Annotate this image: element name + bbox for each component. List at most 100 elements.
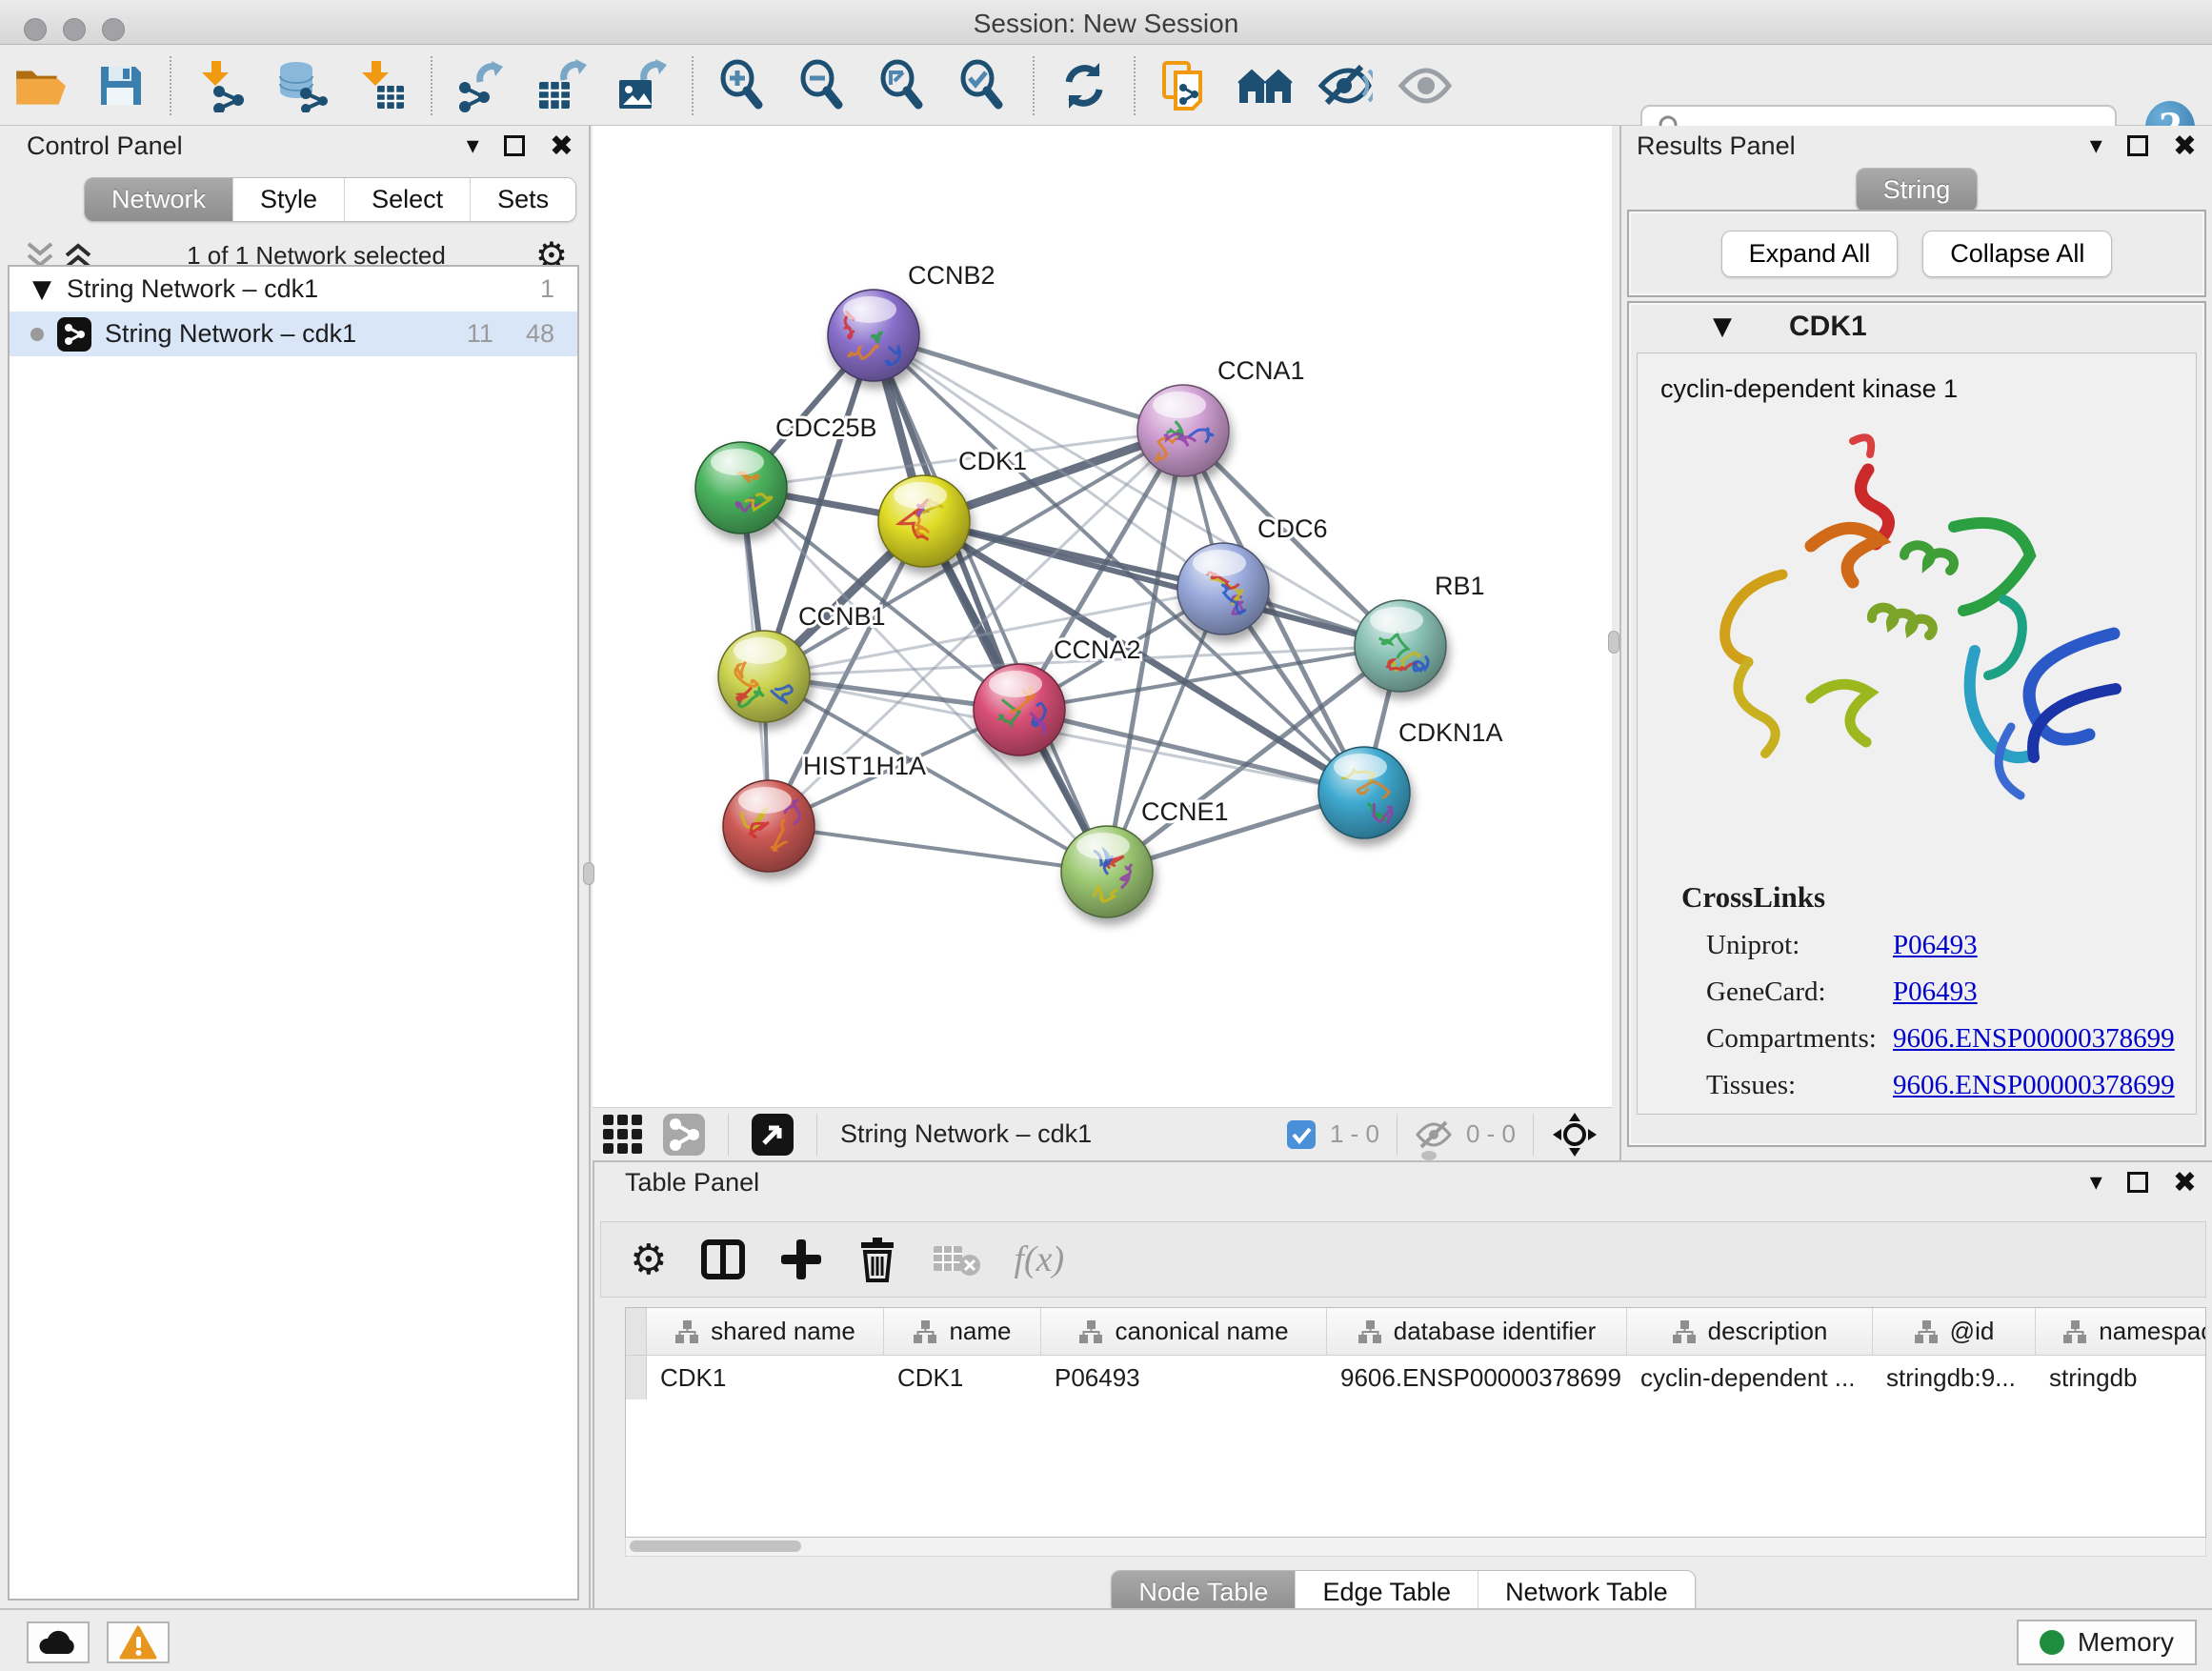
panel-menu-icon[interactable]: ▾	[467, 131, 479, 160]
node-CDC25B[interactable]	[695, 442, 787, 534]
column-header-namespace[interactable]: namespace	[2036, 1308, 2206, 1355]
import-table-file-button[interactable]	[341, 50, 421, 122]
panel-close-icon[interactable]: ✖	[2173, 130, 2197, 163]
horizontal-splitter-handle[interactable]	[1421, 1151, 1437, 1160]
node-CDKN1A[interactable]	[1318, 747, 1410, 838]
crosslink-link[interactable]: 9606.ENSP00000378699	[1893, 1023, 2196, 1055]
node-CDK1[interactable]	[878, 475, 970, 567]
birdseye-navigator-icon[interactable]	[1551, 1111, 1599, 1158]
show-columns-icon[interactable]	[699, 1236, 747, 1283]
window-title: Session: New Session	[0, 9, 2212, 39]
right-splitter-handle[interactable]	[1608, 631, 1619, 654]
memory-button[interactable]: Memory	[2017, 1620, 2197, 1665]
column-header-canonical-name[interactable]: canonical name	[1041, 1308, 1327, 1355]
table-row[interactable]: CDK1CDK1P064939606.ENSP00000378699cyclin…	[626, 1356, 2205, 1399]
first-neighbors-button[interactable]	[1225, 50, 1305, 122]
zoom-fit-button[interactable]	[863, 50, 943, 122]
column-header--id[interactable]: @id	[1873, 1308, 2036, 1355]
edge-HIST1H1A-CCNE1[interactable]	[769, 826, 1107, 872]
import-network-file-button[interactable]	[181, 50, 261, 122]
network-row-selected[interactable]: String Network – cdk1 11 48	[10, 312, 577, 356]
node-HIST1H1A[interactable]	[723, 780, 814, 872]
export-image-button[interactable]	[602, 50, 682, 122]
network-canvas[interactable]: CCNB2CCNA1CDC25BCDK1CDC6RB1CCNB1CCNA2CDK…	[593, 126, 1612, 1107]
panel-float-icon[interactable]	[2127, 135, 2148, 156]
table-horizontal-scrollbar[interactable]	[625, 1538, 2206, 1557]
tab-sets[interactable]: Sets	[470, 178, 575, 221]
selected-checkbox-icon[interactable]	[1286, 1119, 1317, 1150]
column-header-database-identifier[interactable]: database identifier	[1327, 1308, 1627, 1355]
node-CCNA1[interactable]	[1137, 385, 1229, 476]
node-CCNB2[interactable]	[828, 290, 919, 381]
export-table-button[interactable]	[522, 50, 602, 122]
node-RB1[interactable]	[1355, 600, 1446, 692]
column-header-label: description	[1708, 1317, 1828, 1346]
delete-column-icon[interactable]	[855, 1236, 899, 1283]
tab-select[interactable]: Select	[344, 178, 470, 221]
network-collection-row[interactable]: ▼ String Network – cdk1 1	[10, 267, 577, 312]
scrollbar-thumb[interactable]	[630, 1540, 801, 1552]
edge-CCNB2-CCNA1[interactable]	[874, 335, 1183, 431]
node-CCNB1[interactable]	[718, 631, 810, 722]
table-cell[interactable]: P06493	[1041, 1363, 1327, 1393]
column-header-name[interactable]: name	[884, 1308, 1041, 1355]
panel-float-icon[interactable]	[2127, 1172, 2148, 1193]
crosslink-link[interactable]: P06493	[1893, 930, 2196, 961]
new-network-from-selection-button[interactable]	[1145, 50, 1225, 122]
show-all-button[interactable]	[1385, 50, 1465, 122]
add-column-icon[interactable]	[779, 1238, 823, 1281]
gene-expander-icon[interactable]: ▼	[1713, 312, 1732, 341]
crosslink-link[interactable]: 9606.ENSP00000378699	[1893, 1070, 2196, 1101]
node-CCNE1[interactable]	[1061, 826, 1153, 917]
panel-close-icon[interactable]: ✖	[550, 130, 573, 163]
network-type-icon	[57, 317, 91, 352]
table-cell[interactable]: stringdb	[2036, 1363, 2206, 1393]
column-header-label: database identifier	[1394, 1317, 1596, 1346]
column-header-description[interactable]: description	[1627, 1308, 1873, 1355]
crosslink-label: GeneCard:	[1706, 976, 1893, 1008]
hide-selected-button[interactable]	[1305, 50, 1385, 122]
open-session-button[interactable]	[0, 50, 80, 122]
import-network-database-button[interactable]	[261, 50, 341, 122]
zoom-selected-button[interactable]	[943, 50, 1023, 122]
title-bar: Session: New Session	[0, 0, 2212, 45]
panel-menu-icon[interactable]: ▾	[2090, 1168, 2102, 1197]
panel-float-icon[interactable]	[504, 135, 525, 156]
hidden-eye-icon[interactable]	[1415, 1118, 1453, 1151]
control-panel-title: Control Panel	[27, 131, 183, 161]
table-cell[interactable]: CDK1	[884, 1363, 1041, 1393]
tab-network[interactable]: Network	[85, 178, 232, 221]
status-bar: Memory	[0, 1608, 2212, 1671]
tree-expander-icon[interactable]: ▼	[32, 275, 51, 304]
table-options-gear-icon[interactable]: ⚙	[630, 1236, 667, 1284]
panel-close-icon[interactable]: ✖	[2173, 1166, 2197, 1199]
table-cell[interactable]: 9606.ENSP00000378699	[1327, 1363, 1627, 1393]
column-header-shared-name[interactable]: shared name	[647, 1308, 884, 1355]
results-actions: Expand All Collapse All	[1627, 210, 2206, 297]
tab-style[interactable]: Style	[232, 178, 344, 221]
collapse-all-button[interactable]: Collapse All	[1922, 231, 2112, 277]
crosslink-link[interactable]: P06493	[1893, 976, 2196, 1008]
zoom-in-button[interactable]	[703, 50, 783, 122]
cloud-status-button[interactable]	[27, 1621, 90, 1663]
edge-CCNB2-CCNE1[interactable]	[874, 335, 1107, 872]
table-cell[interactable]: cyclin-dependent ...	[1627, 1363, 1873, 1393]
edge-CCNA2-CDKN1A[interactable]	[1019, 710, 1364, 793]
collection-count: 1	[540, 274, 568, 304]
node-CDC6[interactable]	[1177, 543, 1269, 634]
apply-layout-button[interactable]	[1044, 50, 1124, 122]
panel-menu-icon[interactable]: ▾	[2090, 131, 2102, 160]
left-splitter-handle[interactable]	[583, 862, 594, 885]
export-network-button[interactable]	[442, 50, 522, 122]
table-cell[interactable]: CDK1	[647, 1363, 884, 1393]
warnings-button[interactable]	[107, 1621, 170, 1663]
table-cell[interactable]: stringdb:9...	[1873, 1363, 2036, 1393]
node-CCNA2[interactable]	[974, 664, 1065, 755]
tab-string[interactable]: String	[1857, 169, 1978, 211]
save-session-button[interactable]	[80, 50, 160, 122]
refresh-icon	[1057, 59, 1111, 112]
zoom-out-icon	[796, 59, 850, 112]
toolbar-separator	[431, 56, 432, 115]
expand-all-button[interactable]: Expand All	[1721, 231, 1899, 277]
zoom-out-button[interactable]	[783, 50, 863, 122]
